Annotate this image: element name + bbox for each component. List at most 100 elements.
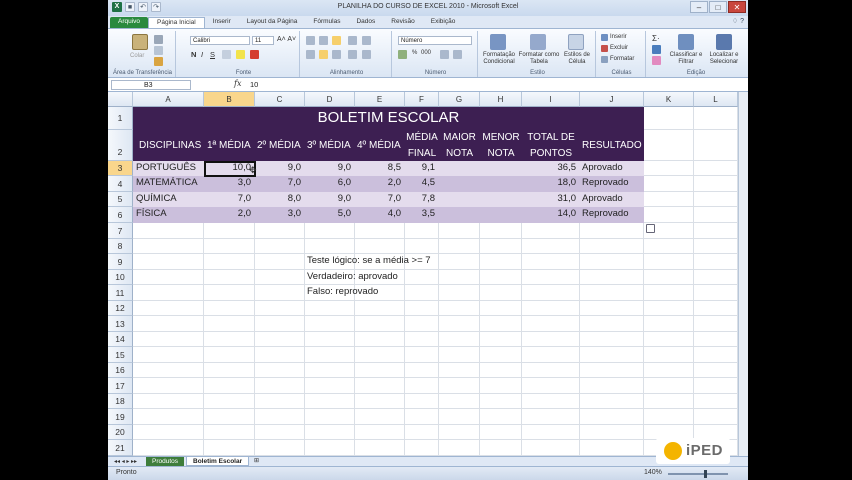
- autosum-icon[interactable]: Σ·: [652, 34, 660, 43]
- row-header-12[interactable]: 12: [108, 301, 133, 316]
- row-header-20[interactable]: 20: [108, 425, 133, 440]
- sheet-tab-produtos[interactable]: Produtos: [146, 457, 185, 466]
- col-header-k[interactable]: K: [644, 92, 694, 107]
- col-header-c[interactable]: C: [255, 92, 305, 107]
- number-format-select[interactable]: Número: [398, 36, 472, 45]
- row-header-4[interactable]: 4: [108, 176, 133, 192]
- cell-media-final[interactable]: 9,1: [405, 162, 435, 173]
- cell-media-4[interactable]: 7,0: [355, 193, 401, 204]
- cell-media-4[interactable]: 4,0: [355, 208, 401, 219]
- grow-font-icon[interactable]: A˄ A˅: [277, 36, 296, 43]
- cell-resultado[interactable]: Aprovado: [582, 193, 623, 204]
- row-header-15[interactable]: 15: [108, 347, 133, 363]
- format-table-icon[interactable]: [530, 34, 546, 50]
- tab-revisao[interactable]: Revisão: [383, 17, 422, 28]
- tab-formulas[interactable]: Fórmulas: [305, 17, 348, 28]
- font-color-icon[interactable]: [250, 50, 259, 59]
- note-verdadeiro[interactable]: Verdadeiro: aprovado: [307, 271, 398, 282]
- col-header-d[interactable]: D: [305, 92, 355, 107]
- cell-disciplina[interactable]: FÍSICA: [136, 208, 167, 219]
- row-header-14[interactable]: 14: [108, 332, 133, 347]
- cell-media-1[interactable]: 2,0: [204, 208, 251, 219]
- cell-media-3[interactable]: 6,0: [305, 177, 351, 188]
- col-header-g[interactable]: G: [439, 92, 480, 107]
- zoom-slider-thumb[interactable]: [704, 470, 707, 478]
- fx-icon[interactable]: fx: [234, 79, 241, 88]
- tab-arquivo[interactable]: Arquivo: [110, 17, 149, 28]
- row-header-2[interactable]: 2: [108, 130, 133, 161]
- cell-media-final[interactable]: 3,5: [405, 208, 435, 219]
- row-header-18[interactable]: 18: [108, 394, 133, 409]
- cell-resultado[interactable]: Reprovado: [582, 177, 628, 188]
- insert-cells-label[interactable]: Inserir: [610, 34, 627, 40]
- cell-media-1[interactable]: 3,0: [204, 177, 251, 188]
- format-table-label[interactable]: Formatar como Tabela: [518, 52, 560, 66]
- align-top-icon[interactable]: [306, 36, 315, 45]
- cut-icon[interactable]: [154, 35, 163, 44]
- row-header-3[interactable]: 3: [108, 161, 133, 176]
- col-header-h[interactable]: H: [480, 92, 522, 107]
- new-sheet-icon[interactable]: ⊞: [254, 457, 259, 464]
- paste-label[interactable]: Colar: [130, 53, 144, 59]
- copy-icon[interactable]: [154, 46, 163, 55]
- format-cells-icon[interactable]: [601, 56, 608, 63]
- thousands-button[interactable]: 000: [421, 50, 431, 56]
- cell-media-final[interactable]: 7,8: [405, 193, 435, 204]
- cell-disciplina[interactable]: PORTUGUÊS: [136, 162, 196, 173]
- row-header-13[interactable]: 13: [108, 316, 133, 332]
- orientation-icon[interactable]: [348, 36, 357, 45]
- tab-pagina-inicial[interactable]: Página Inicial: [148, 17, 205, 28]
- select-all-corner[interactable]: [108, 92, 133, 107]
- row-header-9[interactable]: 9: [108, 254, 133, 270]
- format-painter-icon[interactable]: [154, 57, 163, 66]
- wrap-text-icon[interactable]: [362, 36, 371, 45]
- col-header-b[interactable]: B: [204, 92, 255, 107]
- fill-icon[interactable]: [652, 45, 661, 54]
- indent-icon[interactable]: [348, 50, 357, 59]
- paste-options-icon[interactable]: [646, 224, 655, 233]
- formula-input[interactable]: 10: [250, 80, 258, 89]
- bold-button[interactable]: N: [191, 50, 196, 59]
- font-size-select[interactable]: 11: [252, 36, 274, 45]
- borders-icon[interactable]: [222, 50, 231, 59]
- cell-disciplina[interactable]: QUÍMICA: [136, 193, 177, 204]
- worksheet-grid[interactable]: A B C D E F G H I J K L 1 2 3 4 5 6 7 8 9 10 11 12 1…: [108, 92, 748, 456]
- insert-cells-icon[interactable]: [601, 34, 608, 41]
- row-header-10[interactable]: 10: [108, 270, 133, 285]
- align-middle-icon[interactable]: [319, 36, 328, 45]
- maximize-button[interactable]: □: [709, 1, 727, 13]
- conditional-format-label[interactable]: Formatação Condicional: [480, 52, 518, 66]
- align-right-icon[interactable]: [332, 50, 341, 59]
- row-header-5[interactable]: 5: [108, 192, 133, 207]
- cell-media-2[interactable]: 9,0: [255, 162, 301, 173]
- underline-button[interactable]: S: [210, 50, 215, 59]
- format-cells-label[interactable]: Formatar: [610, 56, 634, 62]
- increase-decimal-icon[interactable]: [440, 50, 449, 59]
- cell-resultado[interactable]: Reprovado: [582, 208, 628, 219]
- align-bottom-icon[interactable]: [332, 36, 341, 45]
- cell-media-2[interactable]: 8,0: [255, 193, 301, 204]
- align-center-icon[interactable]: [319, 50, 328, 59]
- currency-icon[interactable]: [398, 50, 407, 59]
- cell-media-1[interactable]: 7,0: [204, 193, 251, 204]
- cell-media-4[interactable]: 2,0: [355, 177, 401, 188]
- name-box[interactable]: B3: [111, 80, 191, 90]
- sheet-nav-arrows-icon[interactable]: ◂◂ ◂ ▸ ▸▸: [114, 458, 137, 465]
- close-button[interactable]: ✕: [728, 1, 746, 13]
- zoom-level[interactable]: 140%: [644, 469, 662, 476]
- row-header-19[interactable]: 19: [108, 409, 133, 425]
- row-header-11[interactable]: 11: [108, 285, 133, 301]
- tab-exibicao[interactable]: Exibição: [423, 17, 464, 28]
- row-header-7[interactable]: 7: [108, 223, 133, 239]
- tab-layout[interactable]: Layout da Página: [239, 17, 306, 28]
- percent-button[interactable]: %: [412, 50, 417, 56]
- cell-media-3[interactable]: 9,0: [305, 193, 351, 204]
- row-header-8[interactable]: 8: [108, 239, 133, 254]
- cell-resultado[interactable]: Aprovado: [582, 162, 623, 173]
- vertical-scrollbar[interactable]: [738, 92, 748, 456]
- cell-media-3[interactable]: 5,0: [305, 208, 351, 219]
- merge-center-icon[interactable]: [362, 50, 371, 59]
- cell-total-pontos[interactable]: 14,0: [522, 208, 577, 219]
- delete-cells-label[interactable]: Excluir: [610, 45, 628, 51]
- row-header-17[interactable]: 17: [108, 378, 133, 394]
